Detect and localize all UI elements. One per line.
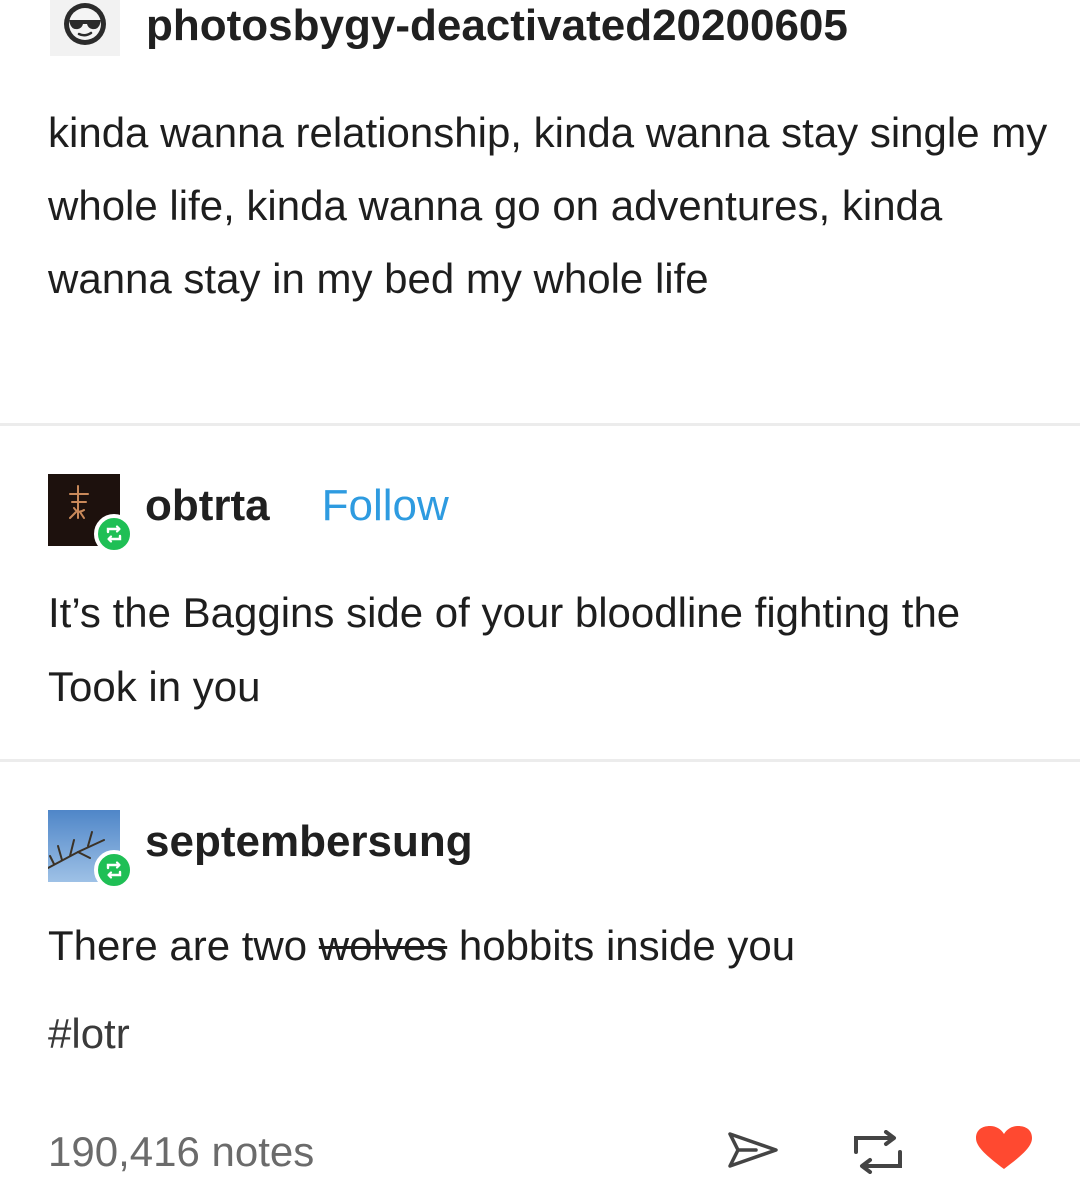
avatar[interactable] bbox=[48, 810, 134, 890]
reblog-comment: obtrta Follow It’s the Baggins side of y… bbox=[0, 426, 1080, 759]
avatar[interactable] bbox=[48, 474, 134, 554]
post-text: kinda wanna relationship, kinda wanna st… bbox=[48, 109, 1048, 302]
struck-text: wolves bbox=[318, 922, 448, 969]
post-header: obtrta Follow bbox=[48, 474, 449, 554]
username[interactable]: septembersung bbox=[145, 817, 473, 867]
username[interactable]: obtrta bbox=[145, 481, 270, 531]
reblog-icon bbox=[94, 514, 134, 554]
post-text: It’s the Baggins side of your bloodline … bbox=[48, 589, 961, 710]
username[interactable]: photosbygy-deactivated20200605 bbox=[146, 1, 848, 51]
text-before: There are two bbox=[48, 922, 319, 969]
share-icon[interactable] bbox=[726, 1128, 780, 1177]
reblog-icon[interactable] bbox=[850, 1130, 906, 1179]
post-header: septembersung bbox=[48, 810, 473, 890]
reblog-comment: septembersung There are two wolves hobbi… bbox=[0, 762, 1080, 1169]
post-header: photosbygy-deactivated20200605 bbox=[50, 0, 848, 56]
follow-button[interactable]: Follow bbox=[322, 481, 449, 531]
post-text: There are two wolves hobbits inside you bbox=[48, 918, 1048, 974]
tag-link[interactable]: #lotr bbox=[48, 1010, 130, 1058]
reblog-icon bbox=[94, 850, 134, 890]
original-post: photosbygy-deactivated20200605 kinda wan… bbox=[0, 0, 1080, 424]
sunglasses-face-icon[interactable] bbox=[50, 0, 120, 56]
text-after: hobbits inside you bbox=[447, 922, 796, 969]
like-heart-icon[interactable] bbox=[974, 1126, 1034, 1174]
